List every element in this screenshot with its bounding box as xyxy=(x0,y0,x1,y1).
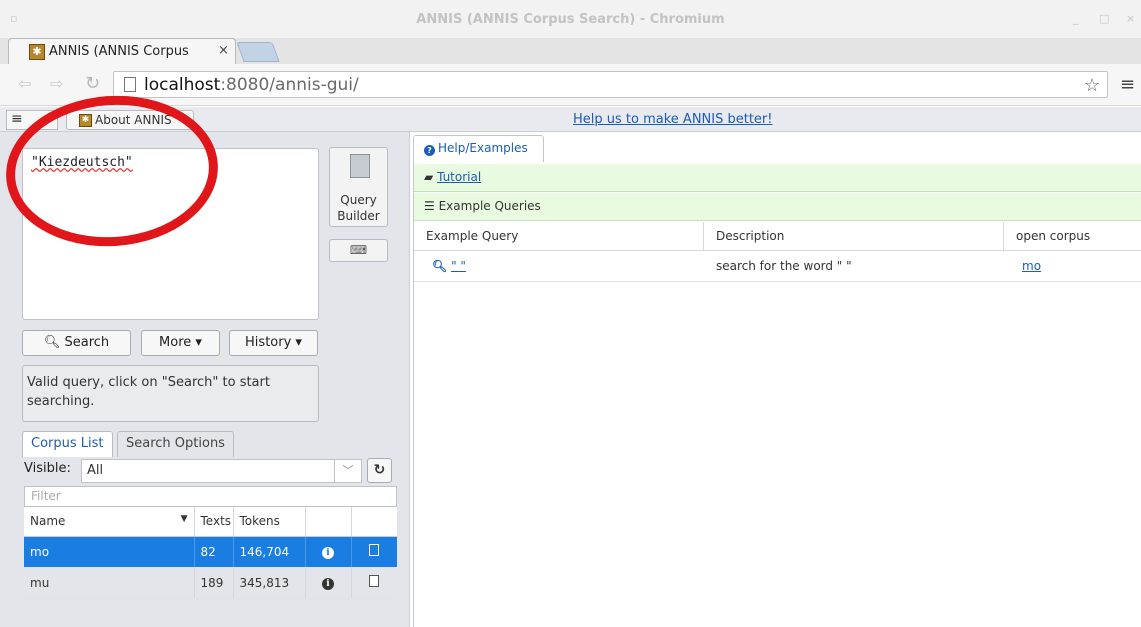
corpus-info-cell[interactable]: i xyxy=(305,536,352,568)
history-button[interactable]: History ▾ xyxy=(229,330,318,356)
corpus-texts: 82 xyxy=(194,536,234,568)
keyboard-icon: ⌨ xyxy=(349,243,368,257)
corpus-name: mu xyxy=(24,567,195,599)
browser-toolbar: ⇦ ⇨ ↻ localhost:8080/annis-gui/ ☆ ≡ xyxy=(0,64,1141,106)
corpus-info-cell[interactable]: i xyxy=(305,567,352,599)
tab-close-icon[interactable]: × xyxy=(218,43,229,58)
corpus-filter-input[interactable]: Filter xyxy=(24,486,397,507)
hamburger-icon: ≡ xyxy=(11,111,23,127)
column-tokens[interactable]: Tokens xyxy=(233,507,306,537)
browser-tabstrip: ✱ ANNIS (ANNIS Corpus × xyxy=(0,38,1141,64)
document-icon[interactable] xyxy=(369,575,380,587)
corpus-table-header: Name ▼ Texts Tokens xyxy=(24,507,397,537)
example-queries-label: Example Queries xyxy=(438,199,541,213)
open-corpus-link[interactable]: mo xyxy=(1022,259,1041,273)
forward-icon[interactable]: ⇨ xyxy=(50,74,63,93)
corpus-texts: 189 xyxy=(194,567,234,599)
corpus-tokens: 345,813 xyxy=(233,567,306,599)
question-circle-icon: ? xyxy=(424,145,435,156)
corpus-doc-cell[interactable] xyxy=(351,567,397,599)
corpus-tokens: 146,704 xyxy=(233,536,306,568)
tab-title: ANNIS (ANNIS Corpus xyxy=(49,44,189,59)
column-name[interactable]: Name ▼ xyxy=(24,507,195,537)
book-icon: ▰ xyxy=(424,170,434,184)
example-row: 🔍︎ " " search for the word " " mo xyxy=(414,251,1141,282)
example-description: search for the word " " xyxy=(716,259,852,273)
help-tab-label: Help/Examples xyxy=(438,141,528,155)
examples-table-header: Example Query Description open corpus br… xyxy=(414,222,1141,272)
history-label: History ▾ xyxy=(245,335,302,350)
browser-menu-icon[interactable]: ≡ xyxy=(1120,74,1135,95)
search-icon: 🔍︎ xyxy=(43,335,61,350)
refresh-icon: ↻ xyxy=(373,462,386,478)
corpus-table: Name ▼ Texts Tokens mo 82 146,704 i mu 18… xyxy=(24,507,397,599)
address-bar[interactable]: localhost:8080/annis-gui/ xyxy=(113,71,1108,98)
corpus-row-mu[interactable]: mu 189 345,813 i xyxy=(24,567,397,599)
reload-icon[interactable]: ↻ xyxy=(85,73,100,94)
back-icon[interactable]: ⇦ xyxy=(18,74,31,93)
more-button[interactable]: More ▾ xyxy=(141,330,220,356)
info-icon[interactable]: i xyxy=(322,547,334,559)
query-builder-label-1: Query xyxy=(340,193,377,207)
url-path: :8080/annis-gui/ xyxy=(220,75,359,95)
window-titlebar: ▫ ANNIS (ANNIS Corpus Search) - Chromium… xyxy=(0,0,1141,38)
column-open-corpus-browser[interactable]: open corpus browser xyxy=(1004,222,1141,272)
help-improve-link[interactable]: Help us to make ANNIS better! xyxy=(573,112,772,127)
corpus-row-mo[interactable]: mo 82 146,704 i xyxy=(24,536,397,568)
new-tab-button[interactable] xyxy=(236,42,280,62)
column-texts[interactable]: Texts xyxy=(194,507,234,537)
minimize-icon[interactable]: _ xyxy=(1073,12,1079,25)
search-label: Search xyxy=(64,335,110,350)
annis-favicon-icon: ✱ xyxy=(29,44,45,60)
sort-down-icon: ▼ xyxy=(180,514,188,525)
column-description[interactable]: Description xyxy=(704,222,1004,251)
tutorial-link[interactable]: Tutorial xyxy=(437,170,481,184)
visible-value: All xyxy=(87,463,104,478)
query-status-message: Valid query, click on "Search" to start … xyxy=(22,365,319,422)
search-icon: 🔍︎ xyxy=(432,259,448,273)
tab-search-options[interactable]: Search Options xyxy=(117,431,234,457)
example-query-link[interactable]: " " xyxy=(451,259,466,273)
query-builder-label-2: Builder xyxy=(337,209,380,223)
visible-select[interactable]: All ﹀ xyxy=(81,459,362,483)
column-example-query[interactable]: Example Query xyxy=(414,222,704,251)
bookmark-star-icon[interactable]: ☆ xyxy=(1084,75,1100,96)
search-button[interactable]: 🔍︎ Search xyxy=(22,330,131,356)
list-icon: ☰ xyxy=(424,199,435,213)
tab-corpus-list[interactable]: Corpus List xyxy=(22,431,113,457)
query-builder-icon xyxy=(350,154,370,178)
query-builder-button[interactable]: Query Builder xyxy=(329,147,388,227)
corpus-doc-cell[interactable] xyxy=(351,536,397,568)
browser-tab[interactable]: ✱ ANNIS (ANNIS Corpus × xyxy=(8,38,236,64)
virtual-keyboard-button[interactable]: ⌨ xyxy=(329,239,388,262)
example-queries-section[interactable]: ☰ Example Queries xyxy=(414,193,1141,221)
info-icon[interactable]: i xyxy=(322,578,334,590)
chevron-down-icon: ﹀ xyxy=(334,460,361,482)
window-title: ANNIS (ANNIS Corpus Search) - Chromium xyxy=(416,12,725,27)
tutorial-section[interactable]: ▰ Tutorial xyxy=(414,164,1141,192)
close-window-icon[interactable]: × xyxy=(1126,12,1135,25)
tab-help-examples[interactable]: ? Help/Examples xyxy=(413,135,544,162)
column-info xyxy=(305,507,352,537)
column-docs xyxy=(351,507,397,537)
refresh-corpus-button[interactable]: ↻ xyxy=(367,458,392,483)
url-host: localhost xyxy=(144,75,221,95)
visible-label: Visible: xyxy=(24,461,71,476)
corpus-name: mo xyxy=(24,536,195,568)
page-icon xyxy=(124,77,136,92)
more-label: More ▾ xyxy=(159,335,202,350)
document-icon[interactable] xyxy=(369,544,380,556)
maximize-icon[interactable]: □ xyxy=(1099,12,1109,25)
